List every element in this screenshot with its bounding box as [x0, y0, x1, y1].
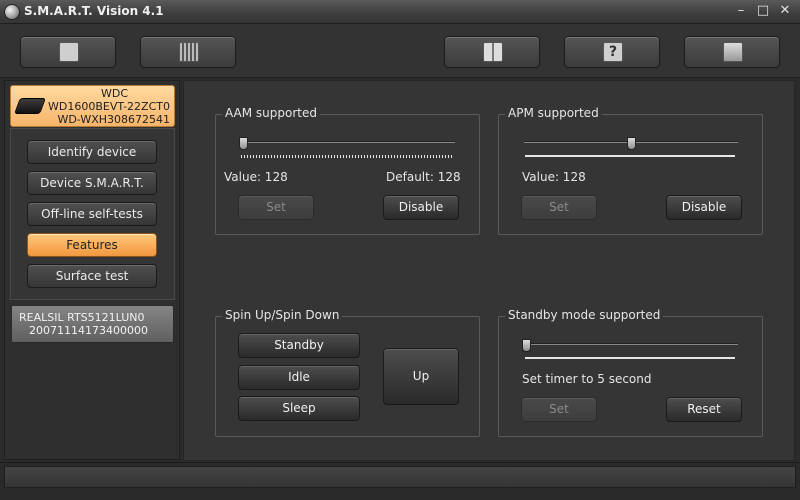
aam-value: Value: 128	[224, 170, 288, 184]
spin-up-button[interactable]: Up	[383, 348, 459, 405]
standby-timer-label: Set timer to 5 second	[522, 372, 652, 386]
apm-disable-button[interactable]: Disable	[666, 195, 742, 220]
save-disk-icon	[59, 42, 79, 62]
nav-offline-self-tests[interactable]: Off-line self-tests	[27, 202, 157, 226]
app-icon	[4, 4, 20, 20]
selected-device-card[interactable]: WDC WD1600BEVT-22ZCT0 WD-WXH308672541	[10, 85, 175, 127]
chip-info-button[interactable]	[140, 36, 236, 68]
aam-set-button[interactable]: Set	[238, 195, 314, 220]
maximize-button[interactable]: □	[752, 3, 774, 21]
aam-slider-thumb[interactable]	[239, 137, 248, 150]
device-serial: WD-WXH308672541	[57, 113, 170, 126]
aam-default: Default: 128	[386, 170, 461, 184]
help-button[interactable]: ?	[564, 36, 660, 68]
secondary-device-name: REALSIL RTS5121LUN0	[19, 311, 145, 324]
status-field	[4, 466, 796, 488]
minimize-button[interactable]: –	[730, 3, 752, 21]
apm-title: APM supported	[505, 106, 602, 120]
chip-icon	[179, 42, 199, 62]
nav-surface-test[interactable]: Surface test	[27, 264, 157, 288]
standby-slider-thumb[interactable]	[522, 339, 531, 352]
apm-slider-baseline	[525, 155, 735, 157]
network-button[interactable]	[684, 36, 780, 68]
standby-button[interactable]: Standby	[238, 333, 360, 358]
standby-slider-baseline	[525, 357, 735, 359]
standby-reset-button[interactable]: Reset	[666, 397, 742, 422]
aam-disable-button[interactable]: Disable	[383, 195, 459, 220]
standby-title: Standby mode supported	[505, 308, 664, 322]
idle-button[interactable]: Idle	[238, 365, 360, 390]
nav-identify-device[interactable]: Identify device	[27, 140, 157, 164]
save-report-button[interactable]	[20, 36, 116, 68]
secondary-device-card[interactable]: REALSIL RTS5121LUN0 20071114173400000	[11, 305, 174, 343]
sleep-button[interactable]: Sleep	[238, 396, 360, 421]
device-vendor: WDC	[100, 87, 128, 100]
window-title: S.M.A.R.T. Vision 4.1	[24, 4, 164, 18]
standby-set-button[interactable]: Set	[521, 397, 597, 422]
standby-slider-track[interactable]	[524, 343, 738, 345]
apm-value: Value: 128	[522, 170, 586, 184]
nav-features[interactable]: Features	[27, 233, 157, 257]
apm-slider-thumb[interactable]	[627, 137, 636, 150]
help-book-button[interactable]	[444, 36, 540, 68]
network-icon	[723, 42, 743, 62]
toolbar	[0, 24, 800, 78]
secondary-device-serial: 20071114173400000	[29, 324, 148, 337]
aam-title: AAM supported	[222, 106, 320, 120]
close-button[interactable]: ✕	[774, 3, 796, 21]
question-icon: ?	[603, 42, 623, 62]
device-model: WD1600BEVT-22ZCT0	[48, 100, 170, 113]
spin-title: Spin Up/Spin Down	[222, 308, 343, 322]
aam-slider-ticks	[241, 155, 452, 158]
help-book-icon	[483, 42, 503, 62]
aam-slider-track[interactable]	[241, 141, 455, 143]
hard-drive-icon	[14, 98, 46, 114]
apm-set-button[interactable]: Set	[521, 195, 597, 220]
nav-device-smart[interactable]: Device S.M.A.R.T.	[27, 171, 157, 195]
